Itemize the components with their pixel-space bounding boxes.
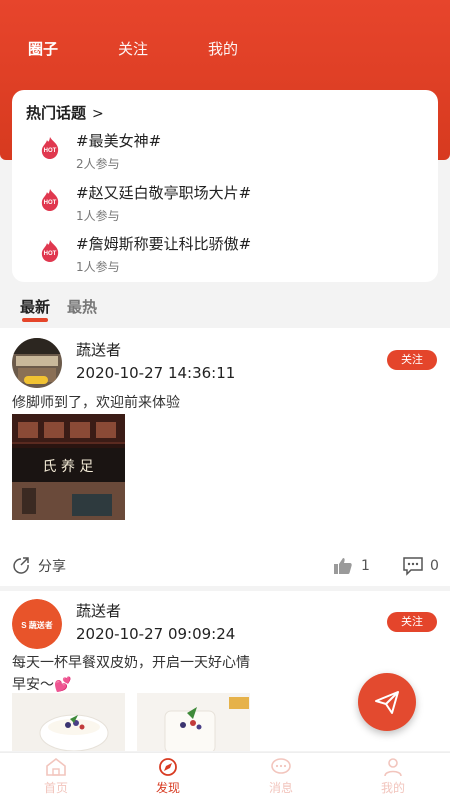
tab-mine[interactable]: 我的 [208, 38, 238, 59]
chevron-right-icon: > [92, 106, 104, 122]
topic-item[interactable]: HOT #詹姆斯称要让科比骄傲# 1人参与 [38, 233, 428, 281]
hot-topics-header[interactable]: 热门话题 > [26, 102, 104, 123]
post-image[interactable] [12, 693, 125, 751]
nav-label: 首页 [43, 781, 68, 795]
share-label: 分享 [38, 559, 66, 575]
active-tab-indicator [22, 318, 48, 322]
hot-topics-title: 热门话题 [26, 104, 87, 122]
post-timestamp: 2020-10-27 14:36:11 [76, 364, 236, 382]
post-text: 修脚师到了，欢迎前来体验 [12, 395, 180, 411]
nav-item-messages[interactable]: 消息 [246, 757, 316, 796]
post-text: 每天一杯早餐双皮奶，开启一天好心情 早安～💕 [12, 652, 250, 696]
tab-hottest[interactable]: 最热 [67, 296, 97, 317]
topic-item[interactable]: HOT #最美女神# 2人参与 [38, 130, 428, 178]
hot-topics-card: 热门话题 > HOT #最美女神# 2人参与 HOT #赵又廷白敬亭职场大片# 1… [12, 90, 438, 282]
nav-item-discover[interactable]: 发现 [133, 757, 203, 796]
post-text-line: 每天一杯早餐双皮奶，开启一天好心情 [12, 655, 250, 671]
message-icon [271, 758, 291, 774]
discover-icon [159, 758, 177, 776]
share-icon [13, 557, 29, 574]
post-actions: 分享 1 0 [0, 556, 450, 580]
nav-item-mine[interactable]: 我的 [358, 757, 428, 796]
nav-label: 消息 [268, 781, 293, 795]
svg-text:HOT: HOT [44, 148, 57, 154]
follow-button[interactable]: 关注 [387, 350, 437, 370]
share-button[interactable]: 分享 [12, 556, 66, 576]
user-icon [384, 758, 402, 777]
bottom-nav: 首页 发现 消息 我的 [0, 752, 450, 800]
topic-participants: 2人参与 [76, 157, 120, 171]
svg-text:HOT: HOT [44, 200, 57, 206]
post-username[interactable]: 蔬送者 [76, 339, 121, 360]
hot-flame-icon: HOT [41, 240, 59, 262]
svg-text:HOT: HOT [44, 251, 57, 257]
topic-name: #詹姆斯称要让科比骄傲# [76, 235, 252, 253]
post-timestamp: 2020-10-27 09:09:24 [76, 625, 236, 643]
nav-label: 我的 [380, 781, 405, 795]
avatar[interactable] [12, 338, 62, 388]
comment-icon [403, 557, 423, 576]
post-card[interactable]: 蔬送者 2020-10-27 14:36:11 关注 修脚师到了，欢迎前来体验 … [0, 328, 450, 586]
avatar[interactable]: S 蔬送者 [12, 599, 62, 649]
svg-text:S 蔬送者: S 蔬送者 [21, 620, 53, 630]
tab-following[interactable]: 关注 [118, 38, 148, 59]
tab-circle[interactable]: 圈子 [28, 38, 58, 59]
topic-name: #最美女神# [76, 132, 162, 150]
comment-count: 0 [430, 558, 439, 574]
like-count: 1 [361, 558, 370, 574]
send-icon [375, 691, 399, 714]
follow-button[interactable]: 关注 [387, 612, 437, 632]
hot-flame-icon: HOT [41, 189, 59, 211]
topic-name: #赵又廷白敬亭职场大片# [76, 184, 252, 202]
comment-button[interactable]: 0 [402, 556, 439, 576]
feed-tab-bar: 最新 最热 [0, 296, 450, 326]
like-button[interactable]: 1 [333, 556, 370, 576]
top-tab-bar: 圈子 关注 我的 [0, 38, 450, 66]
tab-latest[interactable]: 最新 [20, 296, 50, 317]
hot-flame-icon: HOT [41, 137, 59, 159]
post-image[interactable] [137, 693, 250, 751]
home-icon [46, 757, 66, 776]
nav-label: 发现 [155, 781, 180, 795]
nav-item-home[interactable]: 首页 [21, 757, 91, 796]
topic-participants: 1人参与 [76, 260, 120, 274]
post-username[interactable]: 蔬送者 [76, 600, 121, 621]
post-image[interactable]: 氏 养 足 [12, 414, 125, 520]
thumbs-up-icon [334, 558, 352, 574]
topic-item[interactable]: HOT #赵又廷白敬亭职场大片# 1人参与 [38, 182, 428, 230]
svg-text:氏 养 足: 氏 养 足 [43, 459, 94, 475]
topic-participants: 1人参与 [76, 209, 120, 223]
compose-fab[interactable] [358, 673, 416, 731]
